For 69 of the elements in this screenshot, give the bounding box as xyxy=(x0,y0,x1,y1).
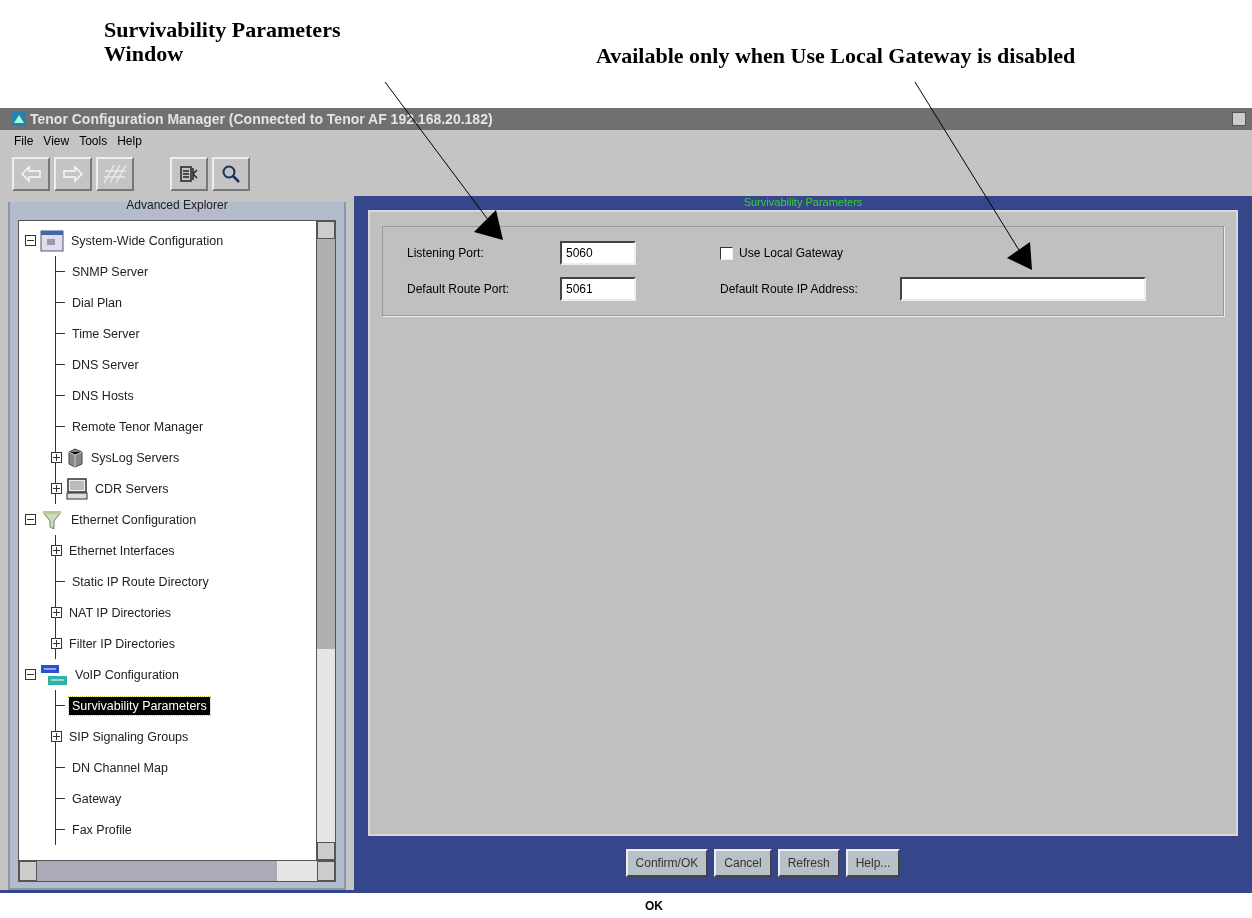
forward-button[interactable] xyxy=(54,157,92,191)
expander-icon[interactable] xyxy=(25,514,36,525)
tree-item[interactable]: SysLog Servers xyxy=(88,448,183,467)
tree-item[interactable]: SIP Signaling Groups xyxy=(66,727,192,746)
dialog-button[interactable]: Help... xyxy=(845,849,901,877)
tree-item[interactable]: DNS Hosts xyxy=(69,386,137,405)
explorer-title: Advanced Explorer xyxy=(125,198,229,212)
tree-item[interactable]: Gateway xyxy=(69,789,125,808)
window-title: Tenor Configuration Manager (Connected to Tenor AF 192.168.20.182) xyxy=(30,111,494,127)
tree-item[interactable]: System-Wide Configuration xyxy=(68,231,227,250)
status-text: OK xyxy=(645,898,663,913)
tree-item[interactable]: NAT IP Directories xyxy=(66,603,175,622)
tree-item[interactable]: Time Server xyxy=(69,324,143,343)
hatched-grid-icon xyxy=(102,163,128,185)
field-label: Default Route Port: xyxy=(407,282,511,296)
app-icon xyxy=(12,112,26,126)
tree-item[interactable]: Static IP Route Directory xyxy=(69,572,212,591)
search-button[interactable] xyxy=(212,157,250,191)
expander-icon[interactable] xyxy=(25,235,36,246)
network-icon xyxy=(40,663,68,686)
field-label: Default Route IP Address: xyxy=(720,282,859,296)
menu-item[interactable]: Help xyxy=(117,134,142,148)
panel-title: Survivability Parameters xyxy=(742,196,864,208)
expander-icon[interactable] xyxy=(51,545,62,556)
annotation-label: Available only when Use Local Gateway is disabled xyxy=(596,44,1076,68)
expander-icon[interactable] xyxy=(51,483,62,494)
tree-item[interactable]: SNMP Server xyxy=(69,262,152,281)
left-arrow-icon xyxy=(20,165,42,183)
dialog-button[interactable]: Cancel xyxy=(714,849,772,877)
tree-item[interactable]: Ethernet Configuration xyxy=(68,510,200,529)
tree-item[interactable]: Remote Tenor Manager xyxy=(69,417,207,436)
expander-icon[interactable] xyxy=(51,731,62,742)
vertical-scrollbar[interactable] xyxy=(316,221,335,860)
dialog-button[interactable]: Confirm/OK xyxy=(625,849,709,877)
menu-item[interactable]: Tools xyxy=(79,134,108,148)
funnel-icon xyxy=(40,508,64,531)
tree-item[interactable]: Dial Plan xyxy=(69,293,126,312)
input-field[interactable]: 5060 xyxy=(560,241,636,265)
expander-icon[interactable] xyxy=(51,607,62,618)
monitor-icon xyxy=(66,477,88,500)
grid-button[interactable] xyxy=(96,157,134,191)
menu-item[interactable]: File xyxy=(14,134,34,148)
server-icon xyxy=(66,447,84,468)
window-icon xyxy=(40,229,64,252)
field-label: Listening Port: xyxy=(407,246,485,260)
expander-icon[interactable] xyxy=(25,669,36,680)
tree-item[interactable]: DN Channel Map xyxy=(69,758,171,777)
tree-item[interactable]: Fax Profile xyxy=(69,820,135,839)
menu-item[interactable]: View xyxy=(43,134,70,148)
dialog-button[interactable]: Refresh xyxy=(777,849,840,877)
tree-item[interactable]: Filter IP Directories xyxy=(66,634,179,653)
search-icon xyxy=(221,164,241,184)
minimize-button[interactable] xyxy=(1232,112,1246,126)
tree-item[interactable]: CDR Servers xyxy=(92,479,172,498)
tree-item[interactable]: VoIP Configuration xyxy=(72,665,182,684)
expander-icon[interactable] xyxy=(51,638,62,649)
annotation-label: Survivability Parameters Window xyxy=(104,18,342,66)
right-arrow-icon xyxy=(62,165,84,183)
back-button[interactable] xyxy=(12,157,50,191)
horizontal-scrollbar[interactable] xyxy=(19,860,335,881)
panel-icon xyxy=(179,164,199,184)
expander-icon[interactable] xyxy=(51,452,62,463)
tree-item[interactable]: Survivability Parameters xyxy=(69,696,210,715)
input-field[interactable]: 5061 xyxy=(560,277,636,301)
tree-item[interactable]: Ethernet Interfaces xyxy=(66,541,178,560)
tree-item[interactable]: DNS Server xyxy=(69,355,142,374)
input-field[interactable] xyxy=(900,277,1146,301)
panel-button[interactable] xyxy=(170,157,208,191)
checkbox[interactable]: Use Local Gateway xyxy=(720,246,1205,260)
